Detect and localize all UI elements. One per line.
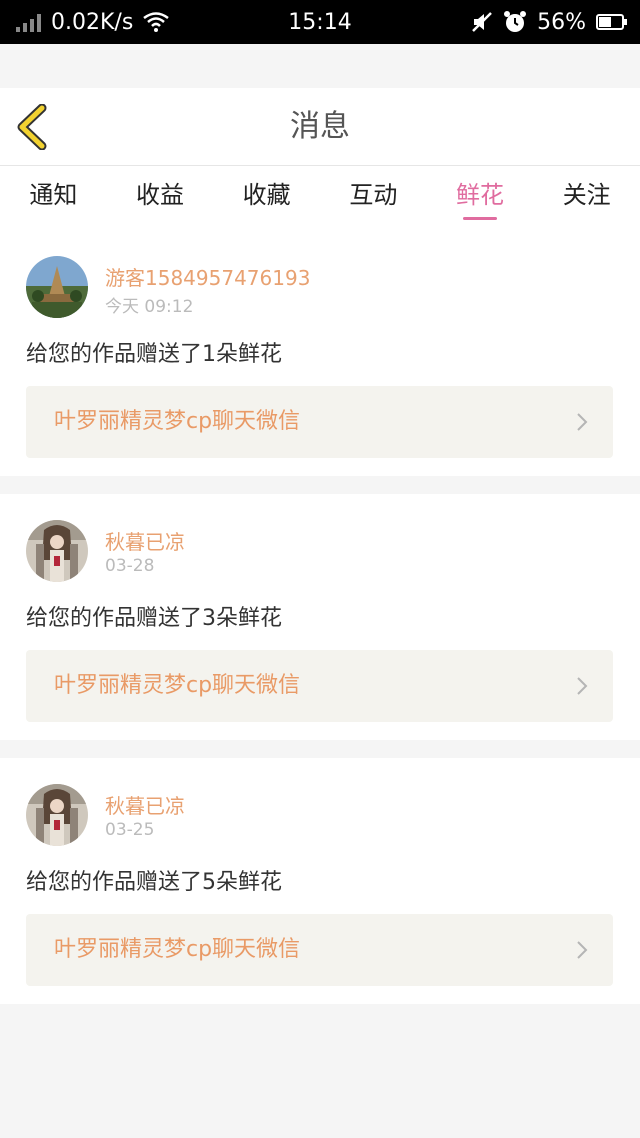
status-bar-right: 56% [471,9,627,35]
wifi-icon [143,12,170,32]
work-title: 叶罗丽精灵梦cp聊天微信 [54,937,301,962]
message-text: 给您的作品赠送了3朵鲜花 [26,606,282,631]
work-title: 叶罗丽精灵梦cp聊天微信 [54,673,301,698]
username[interactable]: 游客1584957476193 [105,262,310,291]
tab-follows[interactable]: 关注 [533,166,640,230]
girl-avatar-icon [26,520,88,582]
page-title: 消息 [290,109,350,144]
temple-avatar-icon [26,256,88,318]
work-link[interactable]: 叶罗丽精灵梦cp聊天微信 [26,650,613,722]
username[interactable]: 秋暮已凉 [105,790,185,819]
chevron-right-icon [577,413,588,431]
work-link[interactable]: 叶罗丽精灵梦cp聊天微信 [26,386,613,458]
tab-notifications[interactable]: 通知 [0,166,107,230]
chevron-right-icon [577,941,588,959]
message-time: 今天 09:12 [105,297,194,317]
work-link[interactable]: 叶罗丽精灵梦cp聊天微信 [26,914,613,986]
work-title: 叶罗丽精灵梦cp聊天微信 [54,409,301,434]
message-card: 秋暮已凉 03-25 给您的作品赠送了5朵鲜花 叶罗丽精灵梦cp聊天微信 [0,758,640,1004]
avatar[interactable] [26,256,88,318]
network-speed: 0.02K/s [51,9,134,35]
message-time: 03-25 [105,820,155,840]
tab-interactions[interactable]: 互动 [320,166,427,230]
message-text: 给您的作品赠送了1朵鲜花 [26,342,282,367]
avatar[interactable] [26,520,88,582]
chevron-right-icon [577,677,588,695]
tab-flowers[interactable]: 鲜花 [427,166,534,230]
mute-icon [472,12,492,32]
username[interactable]: 秋暮已凉 [105,526,185,555]
alarm-icon [504,11,527,32]
avatar[interactable] [26,784,88,846]
status-bar: 0.02K/s 15:14 56% [0,0,640,44]
message-card: 游客1584957476193 今天 09:12 给您的作品赠送了1朵鲜花 叶罗… [0,230,640,476]
status-bar-left: 0.02K/s [16,9,170,35]
signal-icon [16,12,41,32]
message-text: 给您的作品赠送了5朵鲜花 [26,870,282,895]
tab-favorites[interactable]: 收藏 [213,166,320,230]
message-time: 03-28 [105,556,155,576]
header: 消息 [0,88,640,166]
tab-earnings[interactable]: 收益 [107,166,214,230]
battery-percent: 56% [537,9,586,35]
tab-bar: 通知 收益 收藏 互动 鲜花 关注 [0,166,640,230]
girl-avatar-icon [26,784,88,846]
battery-icon [596,14,627,30]
message-card: 秋暮已凉 03-28 给您的作品赠送了3朵鲜花 叶罗丽精灵梦cp聊天微信 [0,494,640,740]
